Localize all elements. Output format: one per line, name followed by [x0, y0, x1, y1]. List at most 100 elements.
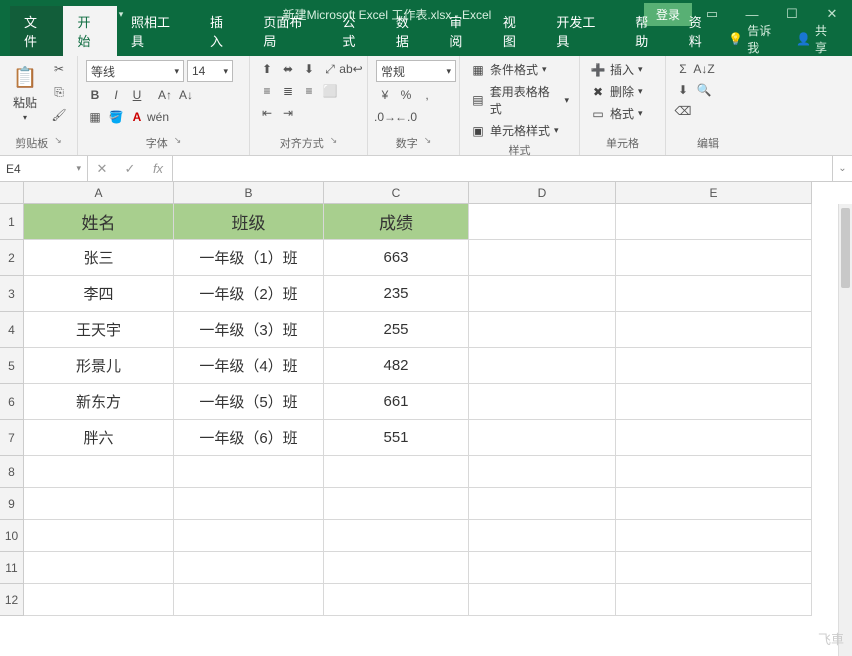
cell[interactable]: 一年级（2）班	[174, 276, 324, 312]
cell[interactable]	[616, 420, 812, 456]
fx-icon[interactable]: fx	[144, 161, 172, 176]
tab-view[interactable]: 视图	[489, 6, 542, 56]
row-header[interactable]: 6	[0, 384, 24, 420]
font-name-combo[interactable]: 等线▾	[86, 60, 184, 82]
cell[interactable]: 新东方	[24, 384, 174, 420]
conditional-format-button[interactable]: ▦条件格式 ▾	[468, 60, 549, 79]
cell[interactable]: 成绩	[324, 204, 469, 240]
select-all-corner[interactable]	[0, 182, 24, 204]
row-header[interactable]: 4	[0, 312, 24, 348]
vertical-scrollbar[interactable]	[838, 204, 852, 656]
expand-formula-icon[interactable]: ⌄	[832, 156, 852, 181]
cell[interactable]	[469, 520, 616, 552]
align-bottom-icon[interactable]: ⬇	[300, 60, 318, 78]
cell[interactable]: 235	[324, 276, 469, 312]
orientation-icon[interactable]: ⤢	[321, 60, 339, 78]
row-header[interactable]: 12	[0, 584, 24, 616]
grow-font-icon[interactable]: A↑	[156, 86, 174, 104]
cell[interactable]	[616, 204, 812, 240]
tab-resources[interactable]: 资料	[675, 6, 728, 56]
tab-review[interactable]: 审阅	[435, 6, 488, 56]
italic-button[interactable]: I	[107, 86, 125, 104]
cell[interactable]: 胖六	[24, 420, 174, 456]
cell[interactable]: 663	[324, 240, 469, 276]
currency-icon[interactable]: ¥	[376, 86, 394, 104]
tab-insert[interactable]: 插入	[196, 6, 249, 56]
cell[interactable]	[24, 584, 174, 616]
row-header[interactable]: 7	[0, 420, 24, 456]
cell[interactable]	[469, 240, 616, 276]
fill-icon[interactable]: ⬇	[674, 81, 692, 99]
cell[interactable]: 255	[324, 312, 469, 348]
column-header[interactable]: E	[616, 182, 812, 204]
cell[interactable]: 一年级（6）班	[174, 420, 324, 456]
align-center-icon[interactable]: ≣	[279, 82, 297, 100]
tab-camera[interactable]: 照相工具	[117, 6, 196, 56]
row-header[interactable]: 9	[0, 488, 24, 520]
format-painter-icon[interactable]: 🖌	[48, 106, 70, 124]
wrap-text-icon[interactable]: ab↩	[342, 60, 360, 78]
cell[interactable]: 一年级（5）班	[174, 384, 324, 420]
cell[interactable]	[469, 420, 616, 456]
cell[interactable]	[616, 584, 812, 616]
font-color-icon[interactable]: A	[128, 108, 146, 126]
fill-color-icon[interactable]: 🪣	[107, 108, 125, 126]
cell[interactable]: 李四	[24, 276, 174, 312]
find-icon[interactable]: 🔍	[695, 81, 713, 99]
cell[interactable]: 661	[324, 384, 469, 420]
number-format-combo[interactable]: 常规▾	[376, 60, 456, 82]
align-right-icon[interactable]: ≡	[300, 82, 318, 100]
tab-data[interactable]: 数据	[382, 6, 435, 56]
cell-styles-button[interactable]: ▣单元格样式 ▾	[468, 121, 561, 140]
cell[interactable]	[469, 276, 616, 312]
column-header[interactable]: A	[24, 182, 174, 204]
scrollbar-thumb[interactable]	[841, 208, 850, 288]
cell[interactable]: 一年级（3）班	[174, 312, 324, 348]
cell[interactable]	[616, 456, 812, 488]
bold-button[interactable]: B	[86, 86, 104, 104]
cell[interactable]	[469, 488, 616, 520]
cell[interactable]	[324, 520, 469, 552]
tab-developer[interactable]: 开发工具	[542, 6, 621, 56]
font-size-combo[interactable]: 14▾	[187, 60, 233, 82]
autosum-icon[interactable]: Σ	[674, 60, 692, 78]
cell[interactable]	[174, 584, 324, 616]
cell[interactable]	[469, 204, 616, 240]
cell[interactable]	[324, 456, 469, 488]
decrease-decimal-icon[interactable]: ←.0	[397, 108, 415, 126]
format-cells-button[interactable]: ▭格式 ▾	[588, 104, 645, 123]
cell[interactable]: 形景儿	[24, 348, 174, 384]
cell[interactable]	[324, 488, 469, 520]
font-launcher-icon[interactable]: ↘	[174, 135, 182, 151]
tab-home[interactable]: 开始	[63, 6, 116, 56]
cell[interactable]	[616, 488, 812, 520]
cell[interactable]: 482	[324, 348, 469, 384]
cell[interactable]	[174, 488, 324, 520]
cell[interactable]	[324, 584, 469, 616]
comma-icon[interactable]: ,	[418, 86, 436, 104]
row-header[interactable]: 3	[0, 276, 24, 312]
shrink-font-icon[interactable]: A↓	[177, 86, 195, 104]
clipboard-launcher-icon[interactable]: ↘	[54, 135, 62, 151]
number-launcher-icon[interactable]: ↘	[424, 135, 432, 151]
increase-indent-icon[interactable]: ⇥	[279, 104, 297, 122]
row-header[interactable]: 10	[0, 520, 24, 552]
cell[interactable]	[469, 584, 616, 616]
cell[interactable]	[174, 552, 324, 584]
tell-me[interactable]: 💡告诉我	[728, 22, 782, 56]
tab-layout[interactable]: 页面布局	[249, 6, 328, 56]
cell[interactable]	[616, 552, 812, 584]
cell[interactable]	[469, 552, 616, 584]
cell[interactable]	[469, 312, 616, 348]
cell[interactable]: 姓名	[24, 204, 174, 240]
decrease-indent-icon[interactable]: ⇤	[258, 104, 276, 122]
delete-cells-button[interactable]: ✖删除 ▾	[588, 82, 645, 101]
align-launcher-icon[interactable]: ↘	[330, 135, 338, 151]
cell[interactable]	[616, 520, 812, 552]
cell[interactable]	[616, 312, 812, 348]
cell[interactable]	[469, 384, 616, 420]
cell[interactable]	[616, 276, 812, 312]
cell[interactable]: 张三	[24, 240, 174, 276]
align-top-icon[interactable]: ⬆	[258, 60, 276, 78]
cell[interactable]: 551	[324, 420, 469, 456]
